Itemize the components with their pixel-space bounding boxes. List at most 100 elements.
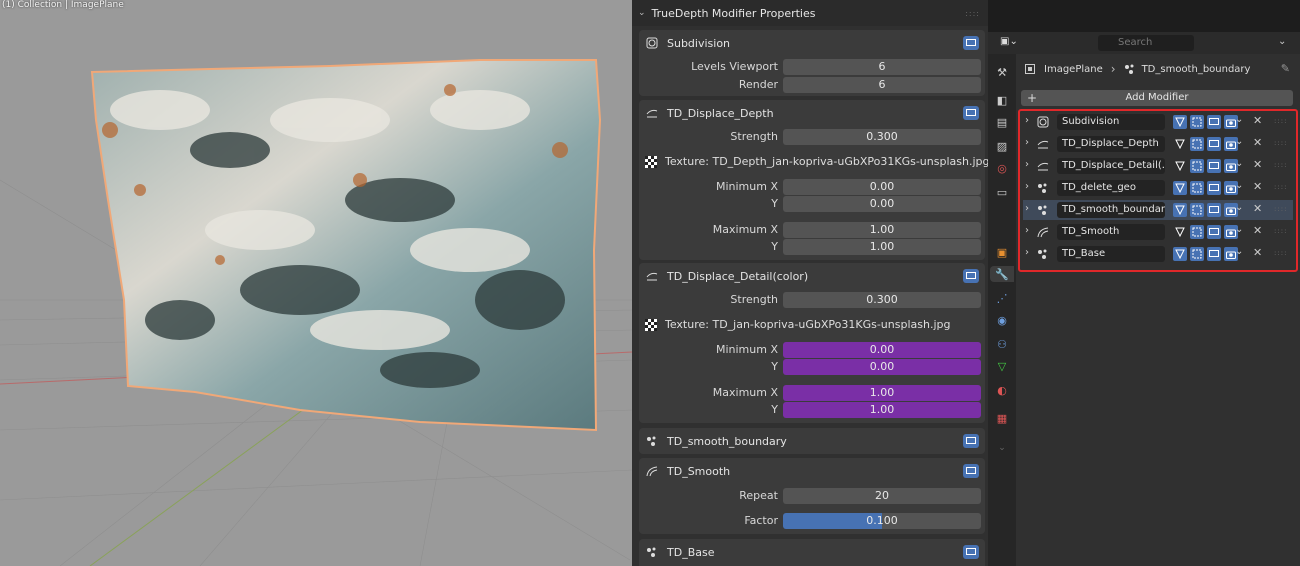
remove-modifier-icon[interactable]: ✕ (1253, 158, 1262, 171)
modifier-tab-icon[interactable]: 🔧 (990, 266, 1014, 282)
tool-tab-icon[interactable]: ⚒ (994, 64, 1010, 80)
constraints-tab-icon[interactable]: ⚇ (994, 336, 1010, 352)
panel-subdivision-header[interactable]: Subdivision (639, 30, 985, 56)
modifier-stack-row[interactable]: › TD_delete_geo ⌄ ✕:::: (1023, 178, 1293, 198)
output-tab-icon[interactable]: ▤ (994, 114, 1010, 130)
edit-mode-toggle[interactable] (1190, 203, 1204, 217)
maximum-y-field[interactable]: 1.00 (783, 402, 981, 418)
expand-chevron-icon[interactable]: › (1025, 115, 1029, 126)
rock-mesh-image-plane[interactable] (0, 0, 632, 566)
modifier-stack-row[interactable]: › TD_Displace_Depth ⌄ ✕:::: (1023, 134, 1293, 154)
panel-displace-depth-header[interactable]: TD_Displace_Depth (639, 100, 985, 126)
realtime-viewport-toggle[interactable] (1207, 137, 1221, 151)
realtime-viewport-toggle[interactable] (1207, 203, 1221, 217)
realtime-viewport-toggle[interactable] (1207, 247, 1221, 261)
remove-modifier-icon[interactable]: ✕ (1253, 180, 1262, 193)
modifier-stack-row[interactable]: › Subdivision ⌄ ✕:::: (1023, 112, 1293, 132)
show-in-viewport-toggle[interactable] (963, 464, 979, 478)
panel-smooth-header[interactable]: TD_Smooth (639, 458, 985, 484)
drag-handle-icon[interactable]: :::: (1274, 161, 1287, 169)
expand-chevron-icon[interactable]: › (1025, 203, 1029, 214)
render-levels-field[interactable]: 6 (783, 77, 981, 93)
realtime-viewport-toggle[interactable] (1207, 225, 1221, 239)
modifier-menu-chevron-icon[interactable]: ⌄ (1235, 180, 1243, 191)
minimum-x-field[interactable]: 0.00 (783, 342, 981, 358)
edit-mode-cage-toggle[interactable] (1173, 247, 1187, 261)
expand-chevron-icon[interactable]: › (1025, 225, 1029, 236)
show-in-viewport-toggle[interactable] (963, 106, 979, 120)
options-chevron-icon[interactable]: ⌄ (1278, 36, 1292, 50)
remove-modifier-icon[interactable]: ✕ (1253, 224, 1262, 237)
minimum-y-field[interactable]: 0.00 (783, 196, 981, 212)
remove-modifier-icon[interactable]: ✕ (1253, 202, 1262, 215)
remove-modifier-icon[interactable]: ✕ (1253, 246, 1262, 259)
drag-handle-icon[interactable]: :::: (1274, 117, 1287, 125)
physics-tab-icon[interactable]: ◉ (994, 312, 1010, 328)
edit-mode-cage-toggle[interactable] (1173, 115, 1187, 129)
modifier-menu-chevron-icon[interactable]: ⌄ (1235, 224, 1243, 235)
edit-mode-cage-toggle[interactable] (1173, 137, 1187, 151)
remove-modifier-icon[interactable]: ✕ (1253, 114, 1262, 127)
expand-chevron-icon[interactable]: › (1025, 247, 1029, 258)
edit-mode-toggle[interactable] (1190, 225, 1204, 239)
panel-displace-detail-header[interactable]: TD_Displace_Detail(color) (639, 263, 985, 289)
edit-mode-toggle[interactable] (1190, 159, 1204, 173)
realtime-viewport-toggle[interactable] (1207, 181, 1221, 195)
realtime-viewport-toggle[interactable] (1207, 115, 1221, 129)
edit-mode-toggle[interactable] (1190, 137, 1204, 151)
realtime-viewport-toggle[interactable] (1207, 159, 1221, 173)
expand-chevron-icon[interactable]: › (1025, 137, 1029, 148)
modifier-menu-chevron-icon[interactable]: ⌄ (1235, 202, 1243, 213)
show-in-viewport-toggle[interactable] (963, 434, 979, 448)
drag-handle-icon[interactable]: :::: (1274, 183, 1287, 191)
modifier-name-field[interactable]: Subdivision (1057, 114, 1165, 130)
show-in-viewport-toggle[interactable] (963, 269, 979, 283)
strength-field[interactable]: 0.300 (783, 129, 981, 145)
view-layer-tab-icon[interactable]: ▨ (994, 138, 1010, 154)
drag-handle-icon[interactable]: :::: (1274, 227, 1287, 235)
particles-tab-icon[interactable]: ⋰ (994, 290, 1010, 306)
remove-modifier-icon[interactable]: ✕ (1253, 136, 1262, 149)
minimum-x-field[interactable]: 0.00 (783, 179, 981, 195)
more-tabs-chevron-icon[interactable]: ⌄ (994, 440, 1010, 456)
strength-field[interactable]: 0.300 (783, 292, 981, 308)
scene-tab-icon[interactable]: ◎ (994, 160, 1010, 176)
popover-header[interactable]: ⌄ TrueDepth Modifier Properties :::: (632, 0, 988, 26)
drag-handle-icon[interactable]: :::: (1274, 205, 1287, 213)
edit-mode-cage-toggle[interactable] (1173, 203, 1187, 217)
data-tab-icon[interactable]: ▽ (994, 358, 1010, 374)
render-tab-icon[interactable]: ◧ (994, 92, 1010, 108)
collapse-chevron-icon[interactable]: ⌄ (638, 8, 646, 18)
modifier-name-field[interactable]: TD_Base (1057, 246, 1165, 262)
edit-mode-toggle[interactable] (1190, 181, 1204, 195)
object-tab-icon[interactable]: ▣ (994, 244, 1010, 260)
show-in-viewport-toggle[interactable] (963, 36, 979, 50)
modifier-name-field[interactable]: TD_Displace_Detail(... (1057, 158, 1165, 174)
repeat-field[interactable]: 20 (783, 488, 981, 504)
modifier-name-field[interactable]: TD_delete_geo (1057, 180, 1165, 196)
modifier-name-field[interactable]: TD_Smooth (1057, 224, 1165, 240)
search-input[interactable]: Search (1098, 35, 1194, 51)
maximum-x-field[interactable]: 1.00 (783, 222, 981, 238)
panel-smooth-boundary-header[interactable]: TD_smooth_boundary (639, 428, 985, 454)
drag-handle-icon[interactable]: :::: (1274, 139, 1287, 147)
modifier-stack-row[interactable]: › TD_smooth_boundary ⌄ ✕:::: (1023, 200, 1293, 220)
levels-viewport-field[interactable]: 6 (783, 59, 981, 75)
modifier-stack-row[interactable]: › TD_Base ⌄ ✕:::: (1023, 244, 1293, 264)
edit-mode-toggle[interactable] (1190, 115, 1204, 129)
modifier-stack-row[interactable]: › TD_Displace_Detail(... ⌄ ✕:::: (1023, 156, 1293, 176)
edit-mode-cage-toggle[interactable] (1173, 159, 1187, 173)
add-modifier-button[interactable]: + Add Modifier (1021, 90, 1293, 106)
editor-type-icon[interactable]: ▣⌄ (1000, 36, 1022, 50)
panel-base-header[interactable]: TD_Base (639, 539, 985, 565)
maximum-x-field[interactable]: 1.00 (783, 385, 981, 401)
modifier-name-field[interactable]: TD_Displace_Depth (1057, 136, 1165, 152)
edit-mode-cage-toggle[interactable] (1173, 225, 1187, 239)
expand-chevron-icon[interactable]: › (1025, 181, 1029, 192)
factor-slider[interactable]: 0.100 (783, 513, 981, 529)
modifier-menu-chevron-icon[interactable]: ⌄ (1235, 114, 1243, 125)
modifier-menu-chevron-icon[interactable]: ⌄ (1235, 136, 1243, 147)
modifier-menu-chevron-icon[interactable]: ⌄ (1235, 158, 1243, 169)
pin-icon[interactable]: ✎ (1281, 62, 1290, 75)
edit-mode-toggle[interactable] (1190, 247, 1204, 261)
